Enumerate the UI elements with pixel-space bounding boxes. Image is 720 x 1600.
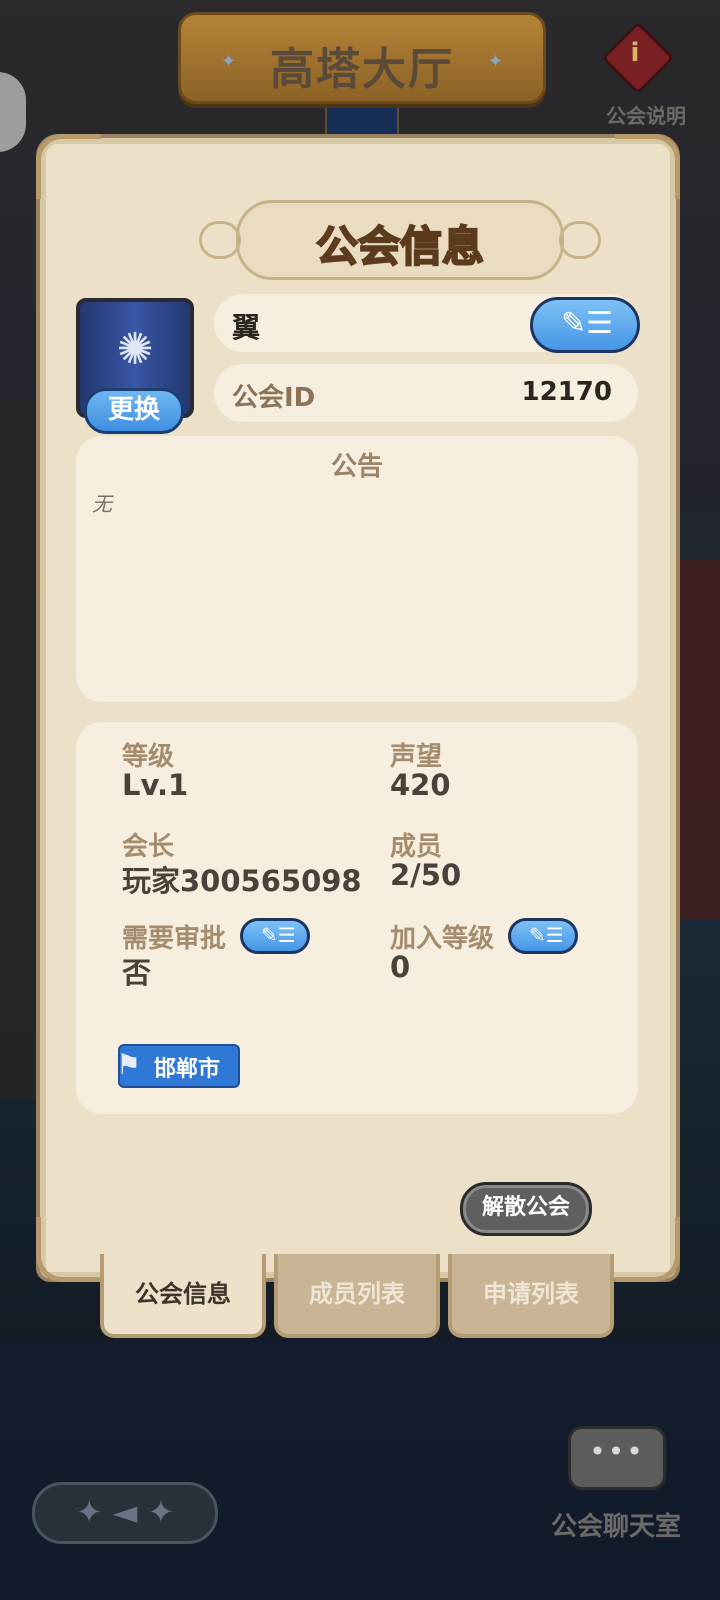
level-value: Lv.1	[122, 768, 189, 802]
notice-text: 无	[92, 492, 112, 516]
members-value: 2/50	[390, 858, 462, 892]
edit-icon: ✎☰	[261, 923, 296, 947]
guild-chat-label: 公会聊天室	[550, 1512, 681, 1542]
guild-id-value: 12170	[521, 377, 612, 407]
hall-title-plaque: ✦ 高塔大厅 ✦	[178, 12, 546, 104]
city-name: 邯郸市	[154, 1057, 221, 1082]
guild-id-field: 公会ID 12170	[214, 364, 638, 422]
approval-value: 否	[122, 956, 152, 990]
prestige-value: 420	[390, 768, 451, 802]
stats-box: 等级 Lv.1 声望 420 会长 玩家300565098 成员 2/50 需要…	[76, 722, 638, 1114]
ribbon-wing	[559, 221, 601, 259]
edit-approval-button[interactable]: ✎☰	[240, 918, 310, 954]
edit-name-button[interactable]: ✎☰	[530, 297, 640, 353]
tab-guild-info[interactable]: 公会信息	[100, 1254, 266, 1338]
back-arrow-icon: ✦ ◄ ✦	[75, 1493, 175, 1531]
panel-title: 公会信息	[315, 221, 485, 272]
chat-dots: •••	[589, 1435, 645, 1468]
guild-name: 翼	[232, 311, 261, 344]
guild-info-button[interactable]: i	[601, 21, 675, 95]
leader-value: 玩家300565098	[122, 864, 362, 898]
city-tag[interactable]: ⚑ 邯郸市	[116, 1044, 240, 1088]
back-button[interactable]: ✦ ◄ ✦	[32, 1482, 218, 1544]
panel-title-ribbon: 公会信息	[199, 200, 601, 280]
edit-join-level-button[interactable]: ✎☰	[508, 918, 578, 954]
notice-box[interactable]: 公告 无	[76, 436, 638, 702]
ribbon-wing	[199, 221, 241, 259]
tab-member-list[interactable]: 成员列表	[274, 1254, 440, 1338]
chat-icon: •••	[568, 1426, 666, 1490]
corner-ornament	[615, 1217, 680, 1282]
change-emblem-button[interactable]: 更换	[84, 388, 184, 434]
guild-chat-button[interactable]: •••	[562, 1420, 670, 1492]
dissolve-guild-button[interactable]: 解散公会	[460, 1182, 592, 1236]
edit-icon: ✎☰	[561, 306, 614, 341]
tab-application-list[interactable]: 申请列表	[448, 1254, 614, 1338]
edit-icon: ✎☰	[529, 923, 564, 947]
star-icon: ✦	[487, 51, 503, 72]
corner-ornament	[36, 1217, 101, 1282]
guild-info-label: 公会说明	[606, 104, 686, 128]
notice-title: 公告	[330, 452, 383, 482]
guild-id-label: 公会ID	[232, 383, 316, 413]
info-icon: i	[630, 38, 640, 68]
corner-ornament	[615, 134, 680, 199]
guild-info-panel: 公会信息 ✺ 更换 翼 ✎☰ 公会ID 12170 公告 无 等级 Lv.1 声…	[36, 134, 680, 1282]
corner-ornament	[36, 134, 101, 199]
city-flag-icon: ⚑	[116, 1048, 142, 1081]
guild-emblem-icon: ✺	[116, 324, 154, 375]
join-level-value: 0	[390, 950, 411, 984]
